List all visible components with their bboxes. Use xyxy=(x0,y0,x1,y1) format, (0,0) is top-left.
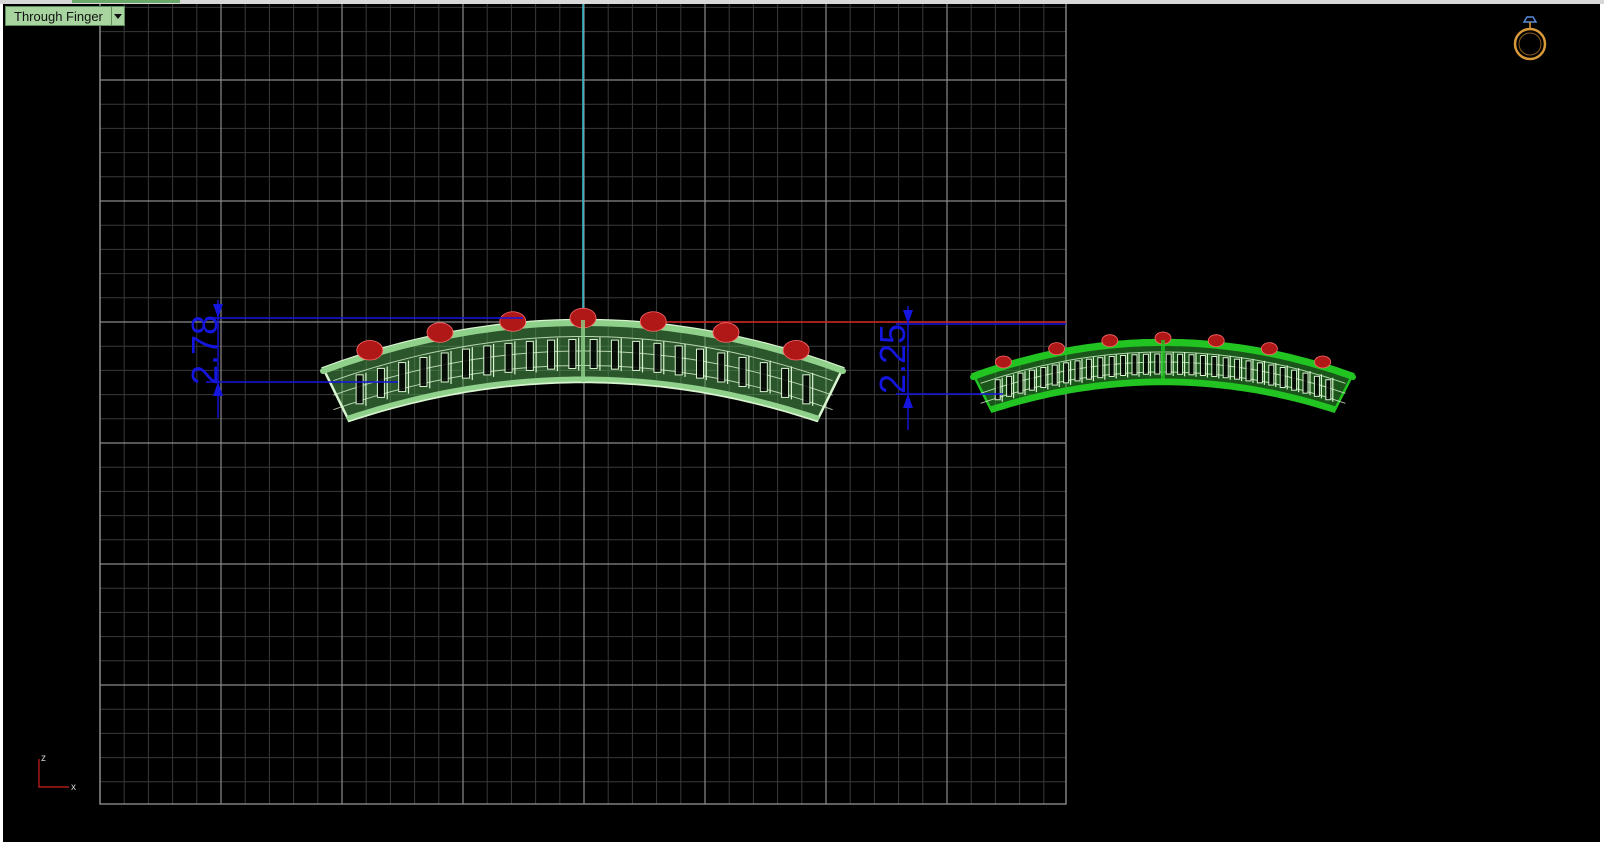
ring-view-icon[interactable] xyxy=(1513,16,1547,61)
band-opening xyxy=(653,342,662,373)
band-opening xyxy=(1028,369,1035,391)
gem-stone xyxy=(782,340,810,361)
band-opening xyxy=(1268,364,1275,386)
gem-stone xyxy=(1048,342,1065,356)
gem-stone xyxy=(995,355,1012,369)
band-opening xyxy=(462,348,470,379)
ring-inner-shape xyxy=(1518,32,1542,56)
gem-stone xyxy=(1101,334,1119,348)
active-viewport-tab-indicator[interactable] xyxy=(72,0,180,3)
band-opening xyxy=(1165,353,1172,375)
band-opening xyxy=(1154,353,1161,375)
band-opening xyxy=(355,374,364,405)
dimension-right-value: 2.25 xyxy=(872,324,913,394)
band-opening xyxy=(589,338,598,369)
band-opening xyxy=(1040,366,1047,388)
band-opening xyxy=(483,345,492,376)
dimension-arrow xyxy=(903,394,913,408)
band-opening xyxy=(674,345,683,376)
band-opening xyxy=(1302,372,1309,394)
band-opening xyxy=(504,342,513,373)
band-opening xyxy=(610,339,619,370)
band-opening xyxy=(1085,358,1092,380)
axis-indicator: z x xyxy=(38,753,76,793)
axis-indicator-x-label: x xyxy=(71,782,76,793)
dimension-left-value: 2.78 xyxy=(184,315,225,385)
band-opening xyxy=(1245,360,1252,382)
band-opening xyxy=(1211,355,1218,377)
app-window: 2.78 2.25 z x Through Finger xyxy=(0,0,1604,845)
band-opening xyxy=(547,339,556,370)
gem-stone xyxy=(712,322,740,343)
gem-stone xyxy=(499,311,527,332)
viewport-scene[interactable]: 2.78 2.25 z x xyxy=(3,4,1600,842)
band-opening xyxy=(1199,354,1206,376)
band-opening xyxy=(1279,366,1286,388)
band-opening xyxy=(398,362,407,393)
band-opening xyxy=(1108,355,1115,377)
band-opening xyxy=(1313,375,1320,397)
band-opening xyxy=(1120,354,1127,376)
band-opening xyxy=(994,379,1001,401)
band-opening xyxy=(440,352,449,383)
band-opening xyxy=(1188,354,1195,376)
band-opening xyxy=(1325,379,1332,401)
band-opening xyxy=(568,338,577,369)
band-opening xyxy=(1063,362,1070,384)
band-opening xyxy=(1006,375,1013,397)
cad-viewport[interactable]: 2.78 2.25 z x Through Finger xyxy=(3,4,1600,842)
band-opening xyxy=(738,356,747,387)
gem-stone xyxy=(639,311,667,332)
band-opening xyxy=(781,367,790,398)
band-opening xyxy=(1142,353,1149,375)
viewport-title-label[interactable]: Through Finger xyxy=(5,6,111,26)
band-opening xyxy=(1256,362,1263,384)
band-opening xyxy=(1097,357,1104,379)
gem-stone xyxy=(356,340,384,361)
band-opening xyxy=(802,374,811,405)
ring-band-model-front[interactable] xyxy=(320,307,846,423)
gem-stone xyxy=(1261,342,1278,356)
gem-stone xyxy=(1314,355,1331,369)
band-opening xyxy=(717,352,726,383)
gem-stone xyxy=(1207,334,1225,348)
band-opening xyxy=(1234,358,1241,380)
axis-indicator-z-label: z xyxy=(41,753,46,764)
gem-stone xyxy=(426,322,454,343)
band-opening xyxy=(1177,353,1184,375)
band-opening xyxy=(1222,357,1229,379)
band-opening xyxy=(376,367,385,398)
band-opening xyxy=(696,348,704,379)
viewport-title-tab[interactable]: Through Finger xyxy=(5,6,125,26)
band-opening xyxy=(1051,364,1058,386)
band-opening xyxy=(525,340,534,371)
ring-band-model-side[interactable] xyxy=(970,331,1356,414)
band-opening xyxy=(632,340,641,371)
band-opening xyxy=(759,362,768,393)
band-opening xyxy=(419,356,428,387)
ring-gem-shape xyxy=(1522,16,1538,23)
dropdown-arrow-icon[interactable] xyxy=(110,6,125,26)
band-opening xyxy=(1291,369,1298,391)
band-opening xyxy=(1131,354,1138,376)
band-opening xyxy=(1017,372,1024,394)
band-opening xyxy=(1074,360,1081,382)
